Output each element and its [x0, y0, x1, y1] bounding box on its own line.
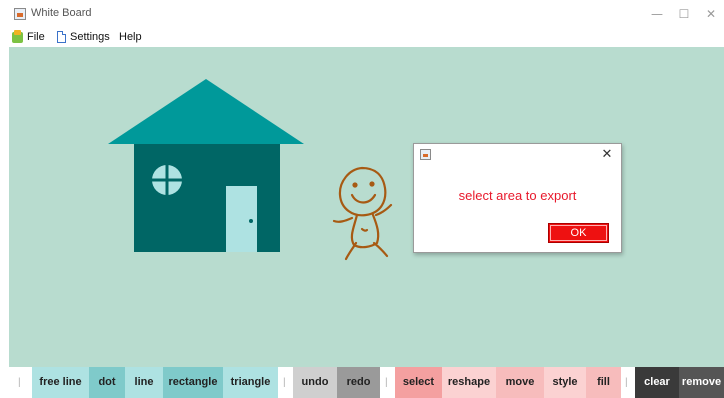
export-dialog: ✕ select area to export OK: [413, 143, 622, 253]
toolbar-separator: |: [625, 377, 628, 388]
java-cup-icon: [14, 8, 26, 20]
toolbar-separator: |: [283, 377, 286, 388]
tool-fill[interactable]: fill: [586, 367, 621, 398]
window-title: White Board: [31, 7, 92, 19]
house-roof[interactable]: [108, 79, 304, 144]
door-knob: [249, 219, 253, 223]
house-window[interactable]: [152, 165, 182, 195]
menu-file-label: File: [27, 31, 45, 43]
redo-button[interactable]: redo: [337, 367, 380, 398]
ok-button[interactable]: OK: [548, 223, 609, 243]
house-door[interactable]: [226, 186, 257, 252]
tool-select[interactable]: select: [395, 367, 442, 398]
stick-figure[interactable]: [332, 166, 393, 261]
dialog-close-button[interactable]: ✕: [599, 147, 615, 163]
dialog-message: select area to export: [458, 188, 577, 203]
menu-settings-label: Settings: [70, 31, 110, 43]
tool-rectangle[interactable]: rectangle: [163, 367, 223, 398]
file-menu-icon: [12, 29, 23, 43]
menu-help[interactable]: Help: [119, 29, 142, 45]
maximize-button[interactable]: ☐: [672, 4, 696, 24]
tool-move[interactable]: move: [496, 367, 544, 398]
menu-file[interactable]: File: [12, 29, 45, 45]
document-icon: [57, 31, 66, 44]
tool-free-line[interactable]: free line: [32, 367, 89, 398]
toolbar-separator: |: [385, 377, 388, 388]
remove-button[interactable]: remove: [679, 367, 724, 398]
tool-bar: | free line dot line rectangle triangle …: [0, 367, 724, 398]
close-window-button[interactable]: ✕: [699, 4, 723, 24]
tool-line[interactable]: line: [125, 367, 163, 398]
tool-triangle[interactable]: triangle: [223, 367, 278, 398]
title-bar: White Board — ☐ ✕: [0, 0, 724, 28]
tool-style[interactable]: style: [544, 367, 586, 398]
house-body[interactable]: [134, 144, 280, 252]
clear-button[interactable]: clear: [635, 367, 679, 398]
menu-settings[interactable]: Settings: [57, 29, 110, 45]
undo-button[interactable]: undo: [293, 367, 337, 398]
tool-reshape[interactable]: reshape: [442, 367, 496, 398]
java-cup-icon: [420, 149, 431, 160]
tool-dot[interactable]: dot: [89, 367, 125, 398]
minimize-button[interactable]: —: [645, 4, 669, 24]
menu-bar: File Settings Help: [0, 28, 724, 46]
toolbar-separator: |: [18, 377, 21, 388]
